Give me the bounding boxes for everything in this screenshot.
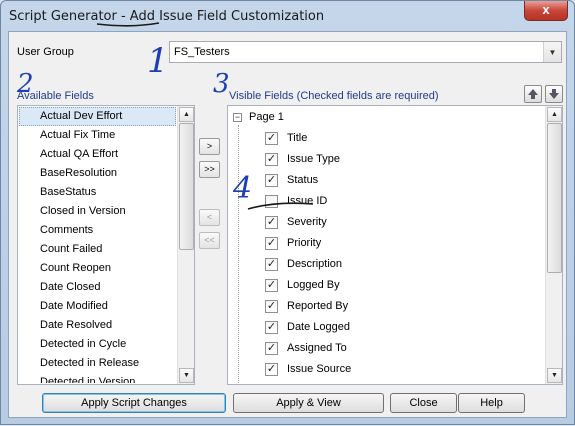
collapse-icon[interactable]: −: [233, 113, 242, 122]
available-field-item[interactable]: Date Modified: [19, 297, 176, 316]
visible-field-label: Issue Source: [287, 363, 352, 375]
available-field-item[interactable]: Count Failed: [19, 240, 176, 259]
remove-all-fields-button[interactable]: <<: [199, 232, 220, 249]
dialog-body: User Group FS_Testers ▼ Available Fields…: [8, 31, 567, 418]
user-group-select[interactable]: FS_Testers ▼: [169, 41, 562, 63]
visible-field-row[interactable]: ✓ Severity: [229, 212, 544, 233]
required-checkbox[interactable]: ✓: [265, 216, 278, 229]
tree-root-row[interactable]: − Page 1: [229, 107, 544, 128]
window-close-button[interactable]: x: [524, 1, 568, 21]
visible-fields-items: − Page 1 ✓ Title ✓ Issue Type ✓ Status Issue I…: [229, 107, 544, 383]
add-field-button[interactable]: >: [199, 138, 220, 155]
annotation-4: 4: [233, 171, 253, 206]
visible-field-label: Description: [287, 258, 343, 270]
available-field-item[interactable]: BaseResolution: [19, 164, 176, 183]
visible-field-label: Logged By: [287, 279, 340, 291]
move-down-button[interactable]: [545, 85, 563, 103]
visible-field-row[interactable]: ✓ Date Logged: [229, 317, 544, 338]
visible-field-row[interactable]: ✓ Logged By: [229, 275, 544, 296]
visible-field-row[interactable]: ✓ Status: [229, 170, 544, 191]
available-field-item[interactable]: Detected in Release: [19, 354, 176, 373]
available-field-item[interactable]: BaseStatus: [19, 183, 176, 202]
user-group-value: FS_Testers: [174, 46, 230, 58]
visible-field-row[interactable]: ✓ Title: [229, 128, 544, 149]
move-up-button[interactable]: [524, 85, 542, 103]
scroll-down-icon[interactable]: ▼: [547, 368, 562, 383]
visible-fields-label: Visible Fields (Checked fields are requi…: [229, 90, 439, 102]
visible-field-label: Assigned To: [287, 342, 347, 354]
required-checkbox[interactable]: ✓: [265, 279, 278, 292]
visible-field-label: Reported By: [287, 300, 349, 312]
annotation-1: 1: [147, 41, 169, 81]
visible-field-row[interactable]: Issue ID: [229, 191, 544, 212]
required-checkbox[interactable]: [265, 195, 278, 208]
remove-field-button[interactable]: <: [199, 209, 220, 226]
visible-field-label: Priority: [287, 237, 322, 249]
visible-field-label: Title: [287, 132, 308, 144]
arrow-down-icon: [549, 89, 559, 99]
arrow-up-icon: [528, 89, 538, 99]
available-field-item[interactable]: Date Closed: [19, 278, 176, 297]
scroll-up-icon[interactable]: ▲: [179, 107, 194, 122]
available-field-item[interactable]: Date Resolved: [19, 316, 176, 335]
required-checkbox[interactable]: ✓: [265, 237, 278, 250]
visible-fields-tree[interactable]: − Page 1 ✓ Title ✓ Issue Type ✓ Status Issue I…: [227, 105, 563, 385]
available-field-item[interactable]: Actual QA Effort: [19, 145, 176, 164]
chevron-down-icon[interactable]: ▼: [543, 42, 561, 62]
available-field-item[interactable]: Detected in Cycle: [19, 335, 176, 354]
required-checkbox[interactable]: ✓: [265, 321, 278, 334]
dialog-window: Script Generator - Add Issue Field Custo…: [0, 0, 575, 425]
scroll-down-icon[interactable]: ▼: [179, 368, 194, 383]
required-checkbox[interactable]: ✓: [265, 342, 278, 355]
close-button[interactable]: Close: [390, 393, 457, 413]
apply-script-changes-button[interactable]: Apply Script Changes: [42, 393, 226, 413]
required-checkbox[interactable]: ✓: [265, 132, 278, 145]
visible-field-label: Severity: [287, 216, 327, 228]
add-all-fields-button[interactable]: >>: [199, 161, 220, 178]
scrollbar-thumb[interactable]: [179, 123, 194, 250]
visible-field-row[interactable]: ✓ Assigned To: [229, 338, 544, 359]
tree-root-label: Page 1: [249, 111, 284, 123]
available-field-item[interactable]: Actual Fix Time: [19, 126, 176, 145]
available-field-item[interactable]: Detected in Version: [19, 373, 176, 383]
user-group-label: User Group: [17, 46, 74, 58]
annotation-2: 2: [17, 69, 34, 99]
visible-field-rows: ✓ Title ✓ Issue Type ✓ Status Issue ID ✓ Severit…: [229, 128, 544, 380]
required-checkbox[interactable]: ✓: [265, 300, 278, 313]
required-checkbox[interactable]: ✓: [265, 153, 278, 166]
visible-scrollbar[interactable]: ▲ ▼: [545, 106, 562, 384]
visible-field-row[interactable]: ✓ Issue Source: [229, 359, 544, 380]
required-checkbox[interactable]: ✓: [265, 258, 278, 271]
visible-field-row[interactable]: ✓ Issue Type: [229, 149, 544, 170]
required-checkbox[interactable]: ✓: [265, 363, 278, 376]
available-field-item[interactable]: Count Reopen: [19, 259, 176, 278]
available-fields-list[interactable]: Actual Dev Effort Actual Fix Time Actual Q…: [17, 105, 195, 385]
available-field-item[interactable]: Closed in Version: [19, 202, 176, 221]
available-fields-items: Actual Dev Effort Actual Fix Time Actual Q…: [19, 107, 176, 383]
visible-field-row[interactable]: ✓ Description: [229, 254, 544, 275]
visible-field-label: Date Logged: [287, 321, 350, 333]
visible-field-row[interactable]: ✓ Reported By: [229, 296, 544, 317]
scrollbar-thumb[interactable]: [547, 123, 562, 273]
available-field-item[interactable]: Comments: [19, 221, 176, 240]
apply-and-view-button[interactable]: Apply & View: [233, 393, 384, 413]
window-title: Script Generator - Add Issue Field Custo…: [9, 9, 325, 24]
required-checkbox[interactable]: ✓: [265, 174, 278, 187]
available-field-item[interactable]: Actual Dev Effort: [19, 107, 176, 126]
annotation-3: 3: [213, 69, 230, 99]
visible-field-label: Status: [287, 174, 319, 186]
help-button[interactable]: Help: [458, 393, 525, 413]
available-scrollbar[interactable]: ▲ ▼: [177, 106, 194, 384]
visible-field-label: Issue ID: [287, 195, 328, 207]
visible-field-label: Issue Type: [287, 153, 340, 165]
visible-field-row[interactable]: ✓ Priority: [229, 233, 544, 254]
title-bar[interactable]: Script Generator - Add Issue Field Custo…: [1, 1, 574, 31]
scroll-up-icon[interactable]: ▲: [547, 107, 562, 122]
